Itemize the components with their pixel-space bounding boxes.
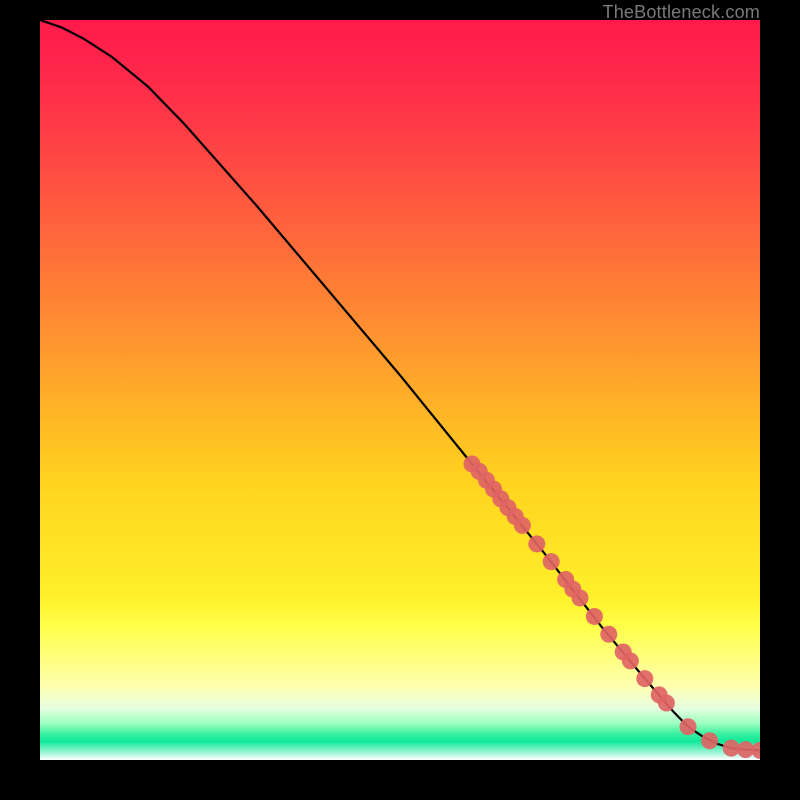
marker-point [543, 553, 560, 570]
chart-container: TheBottleneck.com [0, 0, 800, 800]
marker-point [600, 626, 617, 643]
marker-point [572, 589, 589, 606]
marker-point [680, 718, 697, 735]
marker-point [701, 732, 718, 749]
marker-point [586, 608, 603, 625]
marker-point [528, 535, 545, 552]
marker-point [658, 695, 675, 712]
marker-point [723, 740, 740, 757]
marker-point [514, 517, 531, 534]
plot-area [40, 20, 760, 760]
marker-point [622, 652, 639, 669]
marker-point [636, 670, 653, 687]
background-gradient [40, 20, 760, 760]
chart-svg [40, 20, 760, 760]
